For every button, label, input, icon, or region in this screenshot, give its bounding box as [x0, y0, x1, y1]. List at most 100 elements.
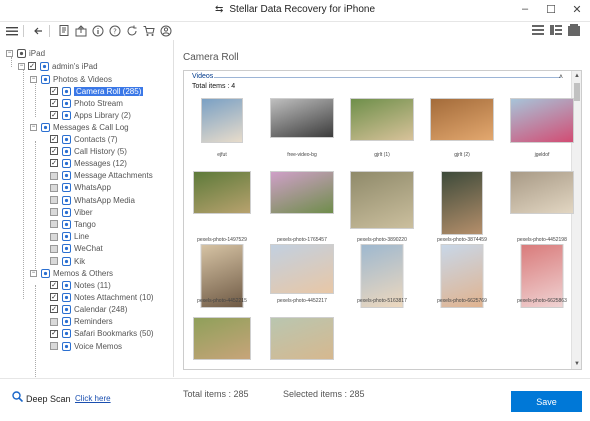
item-checkbox[interactable]: [50, 220, 58, 229]
photo-thumbnail[interactable]: gjrlt (2): [426, 98, 498, 158]
tree-item-label: Notes Attachment (10): [74, 292, 154, 302]
item-checkbox[interactable]: ✓: [50, 135, 58, 143]
item-checkbox[interactable]: [50, 196, 58, 204]
item-checkbox[interactable]: ✓: [50, 305, 58, 314]
item-checkbox[interactable]: [50, 232, 58, 241]
item-checkbox[interactable]: [50, 183, 58, 192]
tree-item[interactable]: Kik: [50, 255, 85, 267]
tree-root-ipad[interactable]: − iPad: [6, 47, 45, 59]
tree-item[interactable]: ✓ Safari Bookmarks (50): [50, 328, 154, 340]
kik-icon: [61, 256, 71, 266]
tree-item[interactable]: ✓ Camera Roll (285): [50, 85, 144, 97]
photo-thumbnail[interactable]: pexels-photo-4452215: [186, 244, 258, 308]
photo-thumbnail[interactable]: gjrlt (1): [346, 98, 418, 158]
collapse-toggle[interactable]: −: [30, 269, 37, 277]
photo-thumbnail[interactable]: pexels-photo-6625863: [506, 244, 578, 308]
page-title: Camera Roll: [183, 52, 239, 63]
back-icon[interactable]: [31, 24, 45, 38]
tree-item-label: Memos & Others: [53, 268, 114, 278]
account-icon[interactable]: [159, 24, 173, 38]
close-button[interactable]: ✕: [570, 2, 584, 16]
tree-item[interactable]: Voice Memos: [50, 340, 122, 352]
detail-view-icon[interactable]: [550, 24, 562, 37]
tree-item[interactable]: ✓ Call History (5): [50, 145, 127, 157]
photo-thumbnail[interactable]: free-video-bg: [266, 98, 338, 158]
minimize-button[interactable]: –: [518, 2, 532, 16]
scroll-down-icon[interactable]: ▼: [572, 359, 582, 369]
tree-group-0[interactable]: − Photos & Videos: [30, 73, 112, 85]
photo-thumbnail[interactable]: ejfut: [186, 98, 258, 158]
tree-item[interactable]: ✓ Notes (11): [50, 279, 111, 291]
tree-item[interactable]: ✓ Photo Stream: [50, 97, 123, 109]
item-checkbox[interactable]: ✓: [50, 293, 58, 302]
photo-gallery: Videos ˄ Total items : 4 ▲ ▼ ejfut free-v…: [183, 70, 582, 370]
photo-thumbnail[interactable]: pexels-photo-3874459: [426, 171, 498, 243]
photo-thumbnail[interactable]: pexels-photo-3890220: [346, 171, 418, 243]
photo-thumbnail[interactable]: [266, 317, 338, 377]
photo-image: [510, 98, 574, 143]
collapse-toggle[interactable]: −: [30, 75, 37, 83]
tree-item[interactable]: Line: [50, 231, 89, 243]
tree-item[interactable]: WeChat: [50, 243, 103, 255]
export-icon[interactable]: [74, 24, 88, 38]
item-checkbox[interactable]: [50, 171, 58, 180]
cart-icon[interactable]: [142, 24, 156, 38]
item-checkbox[interactable]: ✓: [50, 99, 58, 108]
tree-item-label: WhatsApp: [74, 183, 111, 193]
tree-item[interactable]: WhatsApp: [50, 182, 111, 194]
photo-thumbnail[interactable]: [186, 317, 258, 377]
tree-item[interactable]: ✓ Apps Library (2): [50, 109, 131, 121]
tree-item[interactable]: Message Attachments: [50, 170, 153, 182]
item-checkbox[interactable]: ✓: [50, 281, 58, 289]
item-checkbox[interactable]: ✓: [50, 87, 58, 95]
info-icon[interactable]: [91, 24, 105, 38]
item-checkbox[interactable]: ✓: [50, 329, 58, 338]
item-checkbox[interactable]: [50, 257, 58, 265]
tree-group-1[interactable]: − Messages & Call Log: [30, 121, 129, 133]
photo-thumbnail[interactable]: pexels-photo-6625769: [426, 244, 498, 308]
tree-item[interactable]: ✓ Contacts (7): [50, 133, 118, 145]
item-checkbox[interactable]: [50, 244, 58, 253]
report-icon[interactable]: [57, 24, 71, 38]
tree-item[interactable]: Viber: [50, 206, 93, 218]
title-arrow-icon: ⇆: [214, 4, 224, 15]
tree-device[interactable]: − ✓ admin's iPad: [18, 60, 98, 72]
tree-item-label: WhatsApp Media: [74, 195, 135, 205]
photo-thumbnail[interactable]: pexels-photo-1497529: [186, 171, 258, 243]
item-checkbox[interactable]: [50, 208, 58, 217]
collapse-icon[interactable]: ˄: [559, 74, 563, 81]
save-button[interactable]: Save: [511, 391, 582, 412]
tree-item[interactable]: Reminders: [50, 316, 113, 328]
tree-item-label: Contacts (7): [74, 134, 118, 144]
tree-item[interactable]: ✓ Notes Attachment (10): [50, 291, 154, 303]
item-checkbox[interactable]: ✓: [50, 111, 58, 120]
item-checkbox[interactable]: [50, 317, 58, 326]
item-checkbox[interactable]: ✓: [50, 159, 58, 168]
photo-image: [270, 171, 334, 214]
tree-group-2[interactable]: − Memos & Others: [30, 267, 113, 279]
photo-thumbnail[interactable]: pexels-photo-4452217: [266, 244, 338, 304]
photo-thumbnail[interactable]: jgeldof: [506, 98, 578, 158]
item-checkbox[interactable]: ✓: [50, 147, 58, 156]
menu-icon[interactable]: [5, 24, 19, 38]
refresh-icon[interactable]: [125, 24, 139, 38]
photo-thumbnail[interactable]: pexels-photo-4452198: [506, 171, 578, 243]
collapse-toggle[interactable]: −: [6, 49, 13, 57]
item-checkbox[interactable]: [50, 342, 58, 350]
help-icon[interactable]: ?: [108, 24, 122, 38]
photo-thumbnail[interactable]: pexels-photo-1765457: [266, 171, 338, 243]
collapse-toggle[interactable]: −: [30, 123, 37, 131]
item-checkbox[interactable]: ✓: [28, 62, 36, 70]
collapse-toggle[interactable]: −: [18, 62, 25, 70]
list-view-icon[interactable]: [532, 24, 544, 37]
scroll-up-icon[interactable]: ▲: [572, 71, 582, 81]
tree-item[interactable]: ✓ Messages (12): [50, 157, 127, 169]
photo-caption: pexels-photo-5163817: [357, 298, 407, 304]
maximize-button[interactable]: ☐: [544, 2, 558, 16]
tree-item[interactable]: ✓ Calendar (248): [50, 303, 127, 315]
photo-thumbnail[interactable]: pexels-photo-5163817: [346, 244, 418, 308]
thumbnail-view-icon[interactable]: [568, 23, 580, 38]
tree-item[interactable]: WhatsApp Media: [50, 194, 135, 206]
tree-item[interactable]: Tango: [50, 218, 96, 230]
deep-scan-link[interactable]: Click here: [75, 394, 111, 403]
